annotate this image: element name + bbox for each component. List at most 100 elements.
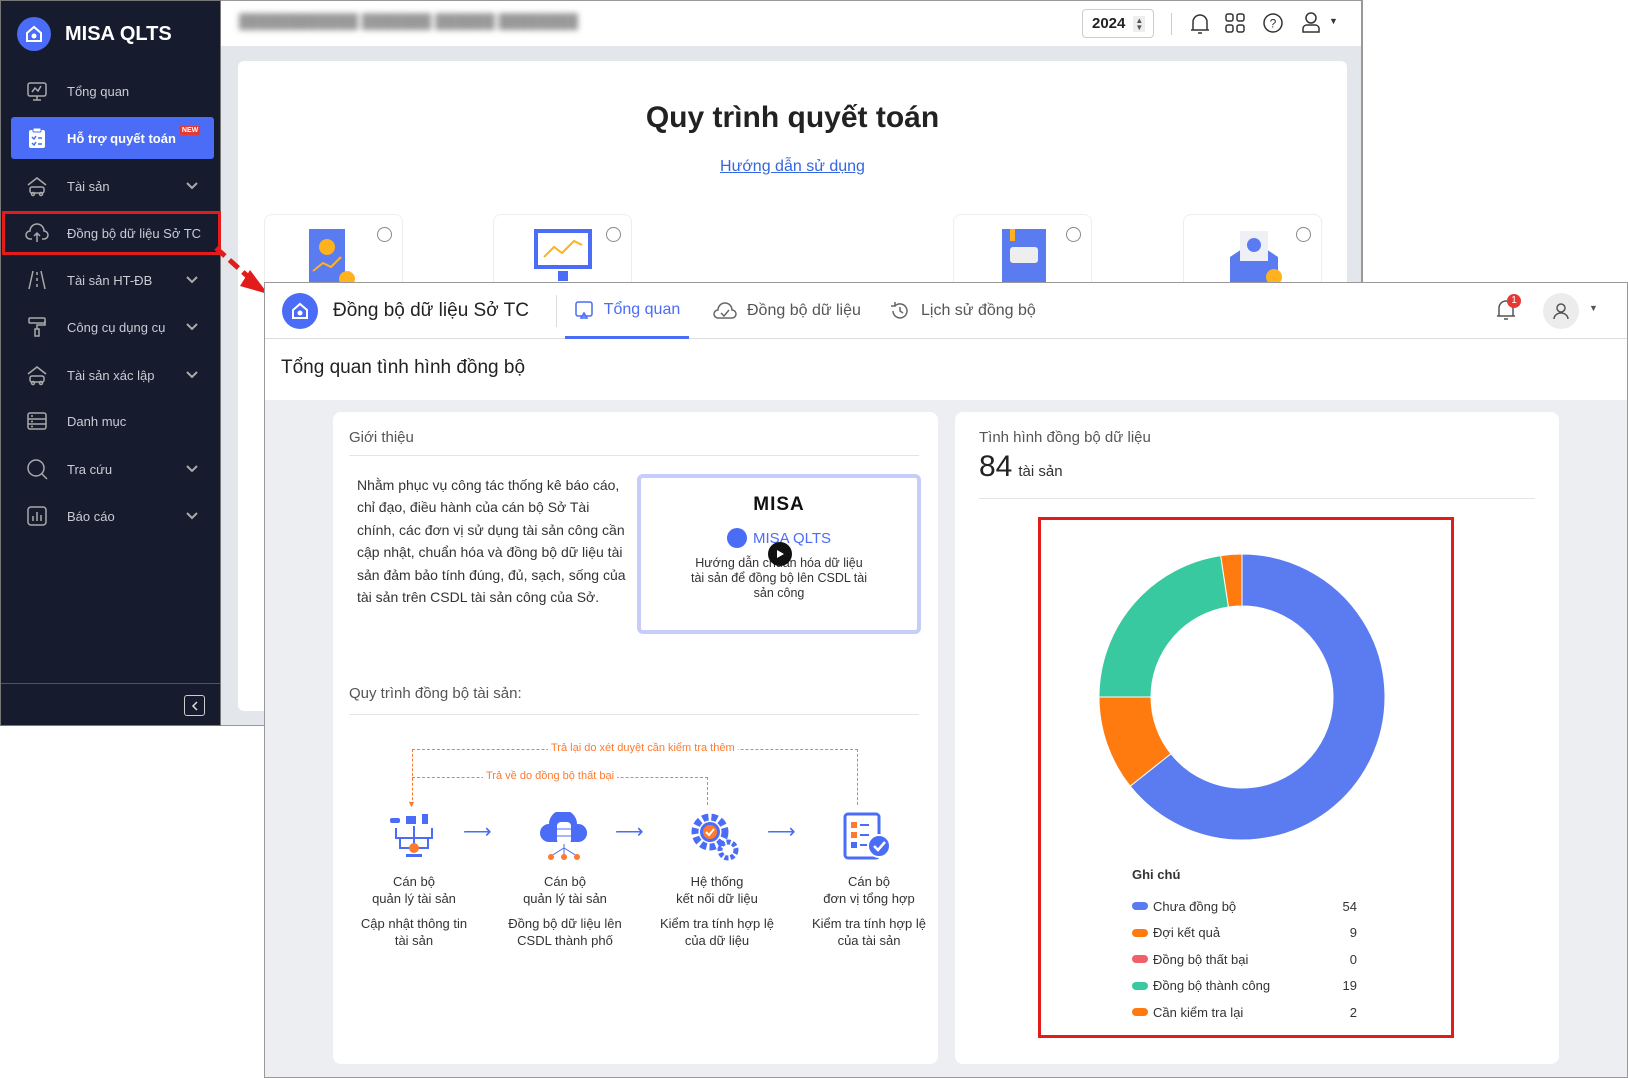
book-icon bbox=[1002, 229, 1046, 285]
sidebar-item-tra-cuu[interactable]: Tra cứu bbox=[11, 448, 214, 490]
module-title: Đồng bộ dữ liệu Sở TC bbox=[333, 300, 529, 321]
user-guide-link[interactable]: Hướng dẫn sử dụng bbox=[238, 158, 1347, 176]
help-icon[interactable]: ? bbox=[1262, 12, 1284, 34]
step-actor: Hệ thống kết nối dữ liệu bbox=[676, 874, 758, 906]
legend-value: 0 bbox=[1349, 951, 1357, 967]
module-logo-icon bbox=[282, 293, 318, 329]
caret-down-icon[interactable]: ▼ bbox=[1589, 303, 1598, 313]
play-button[interactable] bbox=[768, 542, 792, 566]
bar-chart-icon bbox=[25, 504, 49, 528]
notification-button[interactable]: 1 bbox=[1495, 294, 1521, 327]
bell-icon[interactable] bbox=[1189, 12, 1211, 36]
tab-label: Lịch sử đồng bộ bbox=[921, 302, 1036, 319]
report-book-icon bbox=[309, 229, 355, 287]
legend-label: Đồng bộ thất bại bbox=[1153, 951, 1249, 967]
sidebar-item-label: Báo cáo bbox=[67, 508, 115, 524]
process-step: Cán bộ đơn vị tổng hợp Kiểm tra tính hợp … bbox=[789, 873, 949, 949]
user-icon[interactable] bbox=[1301, 11, 1321, 35]
page-title: Tổng quan tình hình đồng bộ bbox=[281, 357, 526, 378]
legend-item[interactable]: Đồng bộ thành công 19 bbox=[1132, 976, 1357, 996]
sidebar-item-tai-san[interactable]: Tài sản bbox=[11, 165, 214, 207]
legend-value: 19 bbox=[1342, 978, 1357, 993]
stepper-arrows-icon: ▲ ▼ bbox=[1133, 15, 1146, 32]
intro-text: Nhằm phục vụ công tác thống kê báo cáo, … bbox=[357, 477, 626, 606]
intro-card: Giới thiệu Nhằm phục vụ công tác thống k… bbox=[333, 412, 938, 1064]
year-stepper[interactable]: 2024 ▲ ▼ bbox=[1082, 9, 1154, 38]
svg-text:?: ? bbox=[1270, 17, 1277, 31]
step-actor: Cán bộ quản lý tài sản bbox=[523, 874, 607, 906]
tab-tong-quan[interactable]: Tổng quan bbox=[565, 283, 689, 339]
tab-label: Tổng quan bbox=[603, 300, 681, 318]
legend-swatch bbox=[1132, 955, 1148, 963]
page-title: Quy trình quyết toán bbox=[645, 101, 940, 134]
apps-grid-icon[interactable] bbox=[1225, 13, 1245, 33]
step-action: Cập nhật thông tin tài sản bbox=[360, 916, 468, 948]
legend-item[interactable]: Đợi kết quả 9 bbox=[1132, 923, 1357, 943]
sidebar-item-cong-cu-dung-cu[interactable]: Công cụ dụng cụ bbox=[11, 306, 214, 348]
legend-label: Đồng bộ thành công bbox=[1153, 978, 1271, 993]
process-step: Cán bộ quản lý tài sản Cập nhật thông tin… bbox=[334, 873, 494, 949]
year-value: 2024 bbox=[1092, 15, 1126, 32]
sidebar: MISA QLTS Tổng quan Hỗ trợ quyết toán NEW… bbox=[0, 0, 221, 726]
tab-lich-su-dong-bo[interactable]: Lịch sử đồng bộ bbox=[889, 283, 1036, 339]
legend-swatch bbox=[1132, 1008, 1148, 1016]
video-player[interactable]: MISA MISA QLTS Hướng dẫn chuẩn hóa dữ li… bbox=[637, 474, 921, 634]
caret-down-icon[interactable]: ▼ bbox=[1329, 16, 1338, 26]
new-badge: NEW bbox=[179, 126, 201, 135]
legend-label: Chưa đồng bộ bbox=[1153, 898, 1237, 914]
checklist-icon bbox=[843, 812, 891, 860]
user-icon bbox=[1553, 303, 1569, 320]
radio-button[interactable] bbox=[606, 227, 621, 242]
process-step: Cán bộ quản lý tài sản Đồng bộ dữ liệu lê… bbox=[485, 873, 645, 949]
chevron-left-icon bbox=[191, 700, 198, 711]
sidebar-item-ho-tro-quyet-toan[interactable]: Hỗ trợ quyết toán NEW bbox=[11, 117, 214, 159]
app-logo-icon bbox=[17, 17, 51, 51]
legend-item[interactable]: Chưa đồng bộ 54 bbox=[1132, 896, 1357, 916]
radio-button[interactable] bbox=[377, 227, 392, 242]
donut-slice-3[interactable] bbox=[1098, 555, 1230, 698]
sidebar-item-tong-quan[interactable]: Tổng quan bbox=[11, 70, 214, 112]
divider bbox=[1171, 13, 1172, 35]
sidebar-item-danh-muc[interactable]: Danh mục bbox=[11, 400, 214, 442]
step-action: Kiểm tra tính hợp lệ của dữ liệu bbox=[659, 916, 775, 948]
sidebar-item-label: Tài sản bbox=[67, 178, 110, 194]
brand[interactable]: MISA QLTS bbox=[17, 17, 172, 51]
step-action: Kiểm tra tính hợp lệ của tài sản bbox=[811, 916, 927, 948]
sidebar-item-tai-san-ht-db[interactable]: Tài sản HT-ĐB bbox=[11, 259, 214, 301]
sidebar-item-label: Hỗ trợ quyết toán bbox=[67, 130, 176, 146]
sidebar-item-bao-cao[interactable]: Báo cáo bbox=[11, 495, 214, 537]
divider bbox=[1, 683, 220, 684]
link-text[interactable]: Hướng dẫn sử dụng bbox=[720, 158, 865, 175]
arrow-right-icon: ⟶ bbox=[463, 821, 492, 843]
divider bbox=[349, 714, 919, 715]
legend-label: Cần kiểm tra lại bbox=[1153, 1004, 1244, 1020]
step-actor: Cán bộ đơn vị tổng hợp bbox=[823, 874, 915, 906]
brand-name: MISA QLTS bbox=[65, 22, 172, 45]
legend-value: 9 bbox=[1349, 925, 1357, 940]
loop-line bbox=[412, 749, 413, 805]
sidebar-item-label: Tài sản xác lập bbox=[67, 367, 155, 383]
gear-check-icon bbox=[691, 813, 739, 861]
clipboard-check-icon bbox=[25, 126, 49, 150]
donut-chart bbox=[1098, 553, 1386, 841]
sidebar-item-tai-san-xac-lap[interactable]: Tài sản xác lập bbox=[11, 354, 214, 396]
paint-roller-icon bbox=[25, 315, 49, 339]
legend-swatch bbox=[1132, 902, 1148, 910]
legend-item[interactable]: Cần kiểm tra lại 2 bbox=[1132, 1002, 1357, 1022]
play-icon bbox=[777, 550, 784, 558]
step-action: Đồng bộ dữ liệu lên CSDL thành phố bbox=[508, 916, 622, 948]
avatar[interactable] bbox=[1543, 293, 1579, 329]
sidebar-item-label: Tra cứu bbox=[67, 461, 113, 477]
radio-button[interactable] bbox=[1296, 227, 1311, 242]
collapse-sidebar-button[interactable] bbox=[184, 695, 205, 716]
legend-item[interactable]: Đồng bộ thất bại 0 bbox=[1132, 949, 1357, 969]
legend-label: Đợi kết quả bbox=[1153, 925, 1221, 940]
cloud-database-icon bbox=[540, 812, 587, 860]
house-car-icon bbox=[25, 363, 49, 387]
chevron-down-icon bbox=[186, 319, 198, 334]
tab-dong-bo-du-lieu[interactable]: Đồng bộ dữ liệu bbox=[713, 283, 861, 339]
list-icon bbox=[25, 409, 49, 433]
radio-button[interactable] bbox=[1066, 227, 1081, 242]
divider bbox=[979, 498, 1535, 499]
intro-title: Giới thiệu bbox=[349, 429, 414, 446]
